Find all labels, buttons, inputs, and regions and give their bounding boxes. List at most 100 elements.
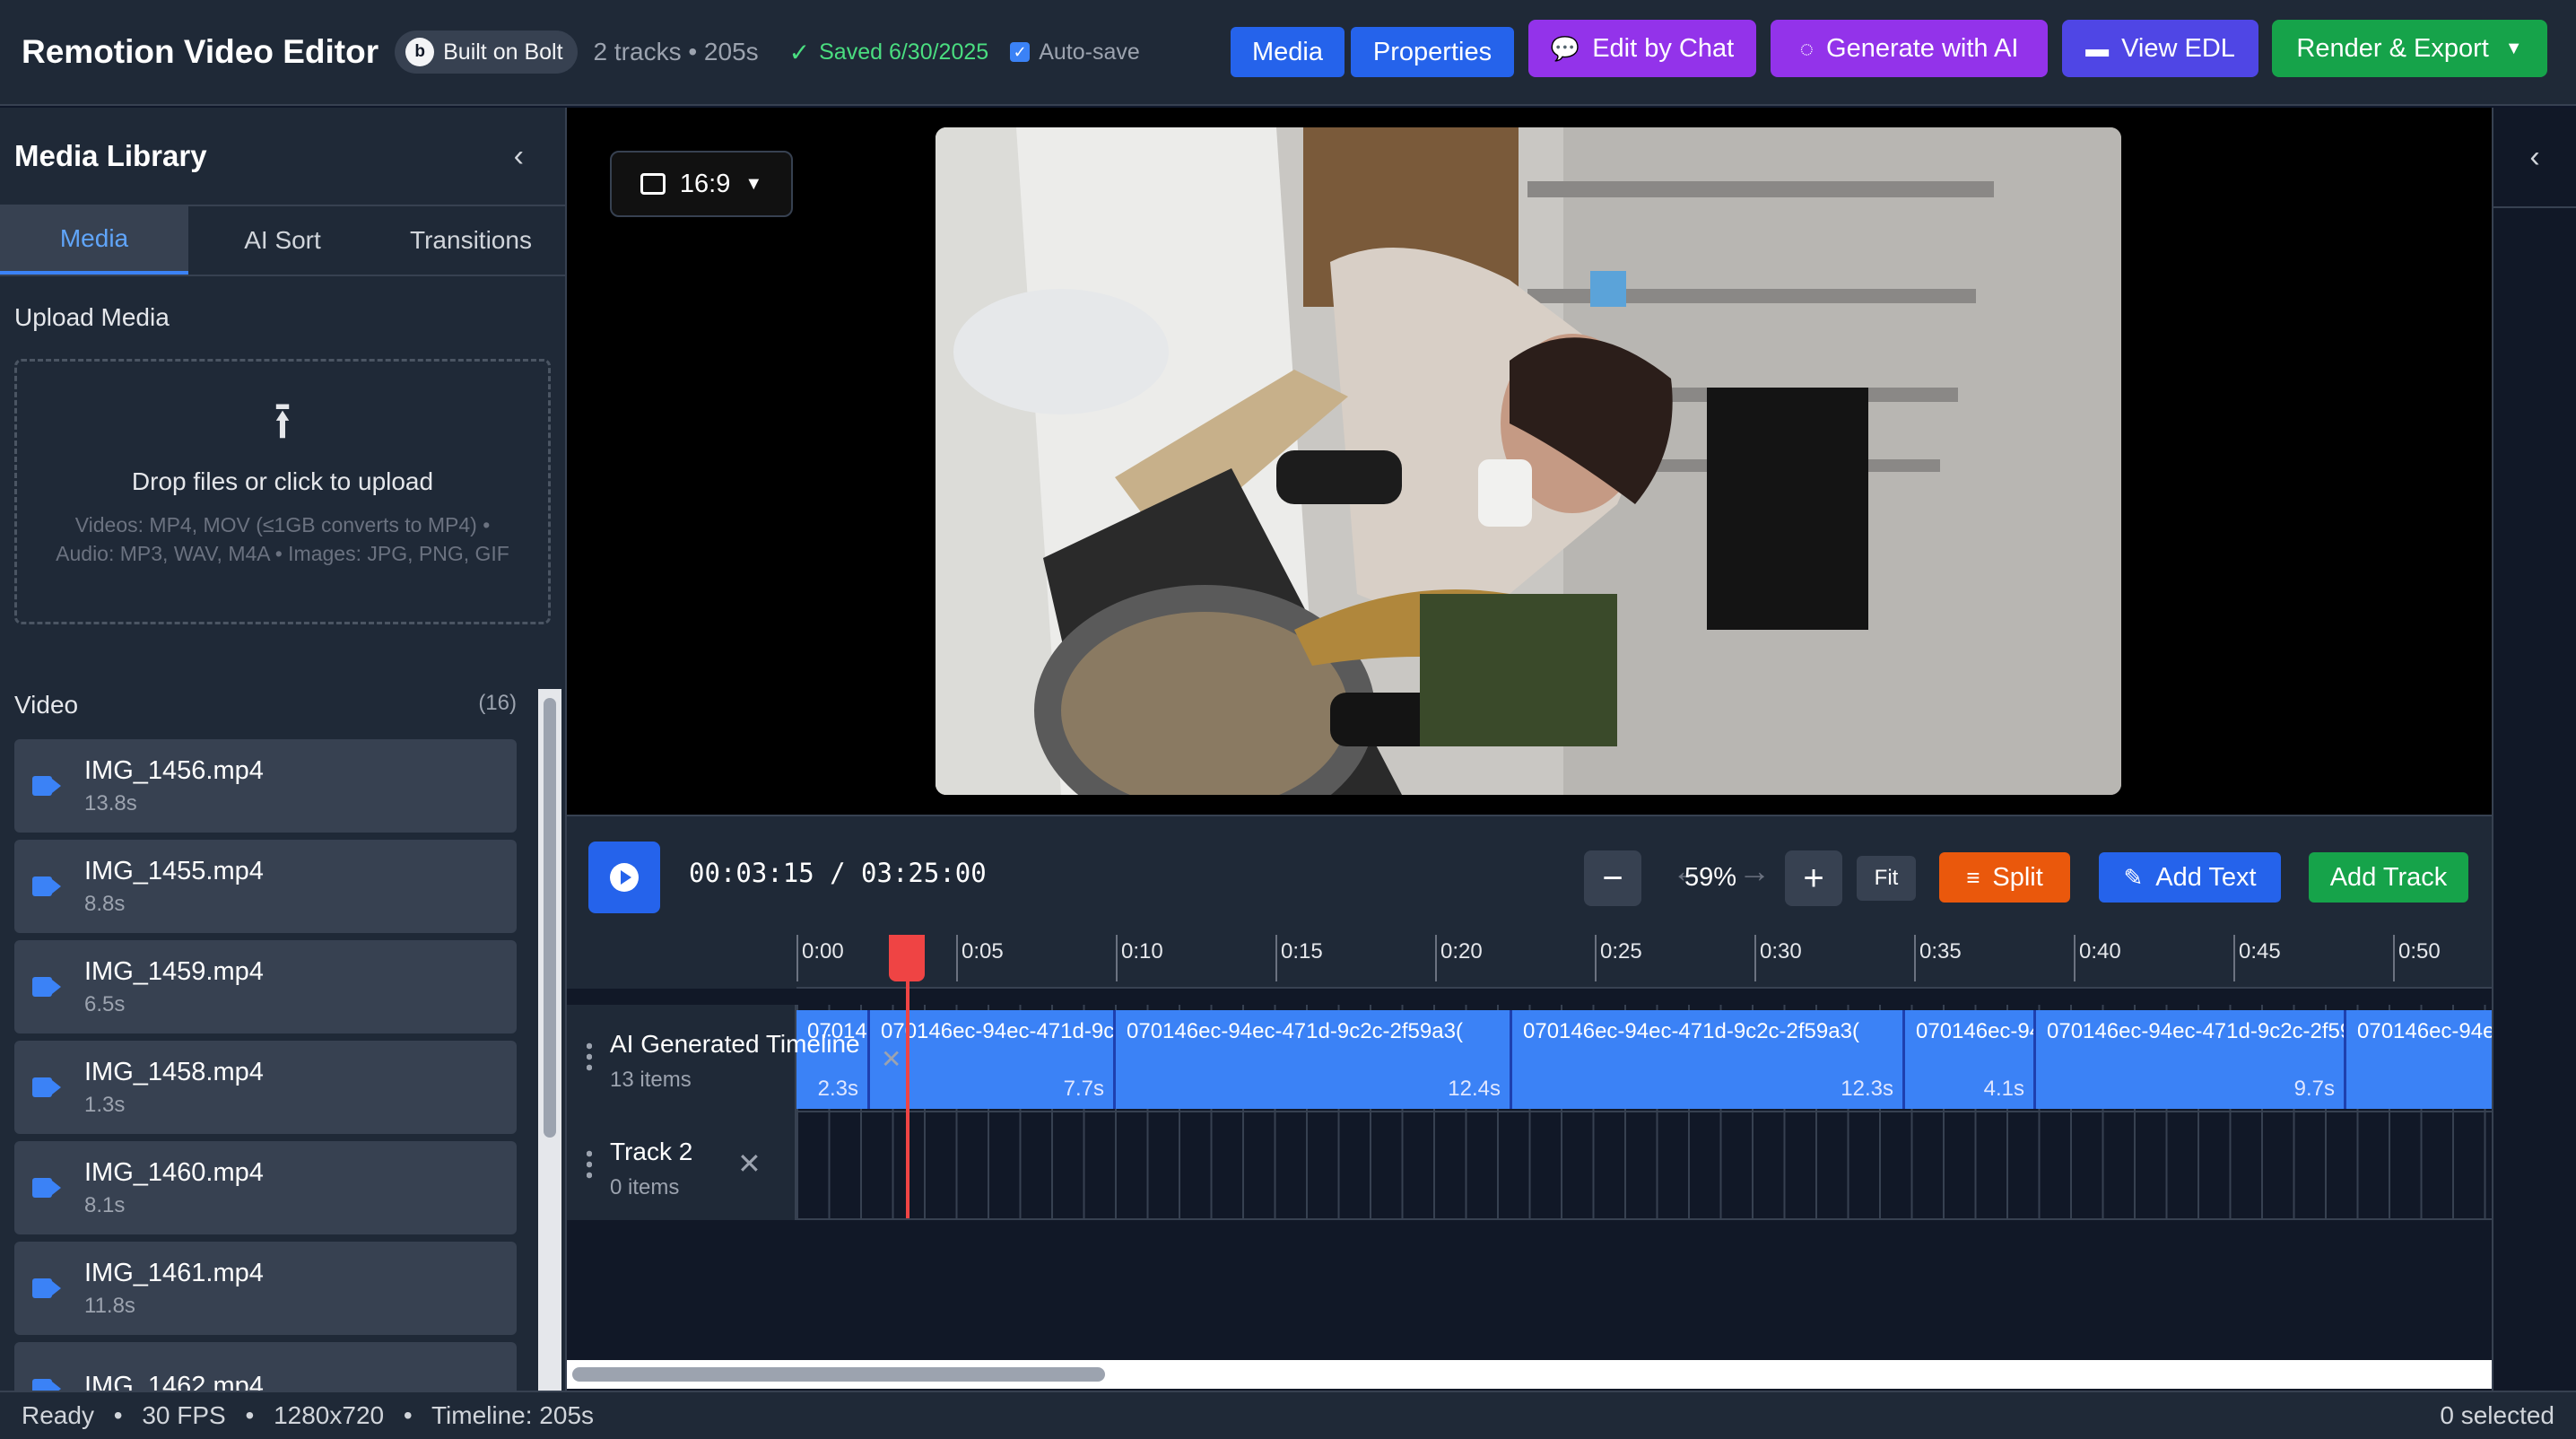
video-duration: 1.3s <box>84 1092 126 1117</box>
list-item[interactable]: IMG_1459.mp4 6.5s <box>14 940 517 1033</box>
bolt-icon: b <box>405 38 435 66</box>
list-item[interactable]: IMG_1462.mp4 <box>14 1342 517 1391</box>
render-export-label: Render & Export <box>2296 33 2489 63</box>
drag-handle-icon[interactable] <box>587 1041 592 1073</box>
sidebar-header: Media Library ‹ <box>0 108 565 206</box>
clip-name: 070146ec-94ec-471d-9c2c-2f59a3 <box>2047 1019 2346 1043</box>
video-name: IMG_1459.mp4 <box>84 956 264 986</box>
timeline-clip[interactable]: 070146ec-94ec-471d-9c2c-2f59a3( 12.3s <box>1512 1010 1905 1109</box>
aspect-ratio-select[interactable]: 16:9 ▼ <box>610 151 793 217</box>
view-edl-button[interactable]: ▬ View EDL <box>2062 20 2258 77</box>
track-lane[interactable] <box>796 1112 2492 1220</box>
drag-handle-icon[interactable] <box>587 1148 592 1181</box>
tab-media[interactable]: Media <box>0 206 188 275</box>
status-separator: • <box>113 1401 123 1429</box>
split-lines-icon: ≡ <box>1966 863 1980 891</box>
status-ready: Ready <box>22 1401 94 1429</box>
split-button[interactable]: ≡ Split <box>1939 852 2070 903</box>
timeline-clip[interactable]: 070146ec-94ec-471d-9c2c-2f59a3 9.7s <box>2036 1010 2346 1109</box>
clip-name: 070146ec-94ec-471d-9c2c-2f59a3 <box>2357 1019 2492 1043</box>
time-ruler[interactable]: 0:00 0:05 0:10 0:15 0:20 0:25 0:30 0:35 … <box>567 935 2492 989</box>
video-count: (16) <box>478 691 517 715</box>
playhead[interactable] <box>906 935 909 1218</box>
generate-with-ai-button[interactable]: ◌ Generate with AI <box>1771 20 2048 77</box>
tab-ai-sort[interactable]: AI Sort <box>188 206 377 275</box>
delete-track-icon[interactable]: ✕ <box>737 1147 761 1181</box>
video-name: IMG_1460.mp4 <box>84 1157 264 1187</box>
remove-clip-icon[interactable]: ✕ <box>881 1044 901 1074</box>
status-resolution: 1280x720 <box>274 1401 385 1429</box>
sidebar-scrollbar-thumb[interactable] <box>544 698 556 1138</box>
list-item[interactable]: IMG_1460.mp4 8.1s <box>14 1141 517 1234</box>
media-button[interactable]: Media <box>1231 27 1345 77</box>
tab-transitions[interactable]: Transitions <box>377 206 565 275</box>
status-bar: Ready • 30 FPS • 1280x720 • Timeline: 20… <box>0 1391 2576 1439</box>
video-preview[interactable] <box>936 127 2121 795</box>
right-panel: ‹ <box>2492 108 2576 1391</box>
play-button[interactable] <box>588 842 660 913</box>
timeline-clip[interactable]: 070146ec-94ec-471d-9c2c-2f59a3 2.3s <box>796 1010 870 1109</box>
view-edl-label: View EDL <box>2121 33 2235 63</box>
ruler-tick: 0:20 <box>1435 935 1483 981</box>
video-name: IMG_1462.mp4 <box>84 1371 264 1391</box>
split-label: Split <box>1992 862 2043 892</box>
pencil-icon: ✎ <box>2123 863 2144 891</box>
ruler-tick: 0:10 <box>1116 935 1163 981</box>
track-header: Track 2 0 items ✕ <box>567 1112 796 1220</box>
autosave-checkbox[interactable]: ✓ <box>1010 42 1031 62</box>
aspect-ratio-value: 16:9 <box>679 169 731 198</box>
clip-name: 070146ec-94ec-471d-9c2c-2f59a3 <box>1916 1019 2033 1043</box>
sidebar-title: Media Library <box>14 139 207 172</box>
upload-dropzone[interactable]: ⭱ Drop files or click to upload Videos: … <box>14 359 551 624</box>
list-item[interactable]: IMG_1458.mp4 1.3s <box>14 1041 517 1134</box>
timeline-clip[interactable]: 070146ec-94ec-471d-9c2c-2f59a3 4.1s <box>1905 1010 2036 1109</box>
dropzone-prompt: Drop files or click to upload <box>131 467 434 495</box>
redo-arrow-icon[interactable]: → <box>1738 852 1771 890</box>
list-item[interactable]: IMG_1456.mp4 13.8s <box>14 739 517 833</box>
sidebar-tabs: Media AI Sort Transitions <box>0 206 565 276</box>
video-camera-icon <box>32 776 63 796</box>
monitor-icon: ▬ <box>2085 34 2110 62</box>
badge-label: Built on Bolt <box>443 39 563 65</box>
timeline-clip[interactable]: 070146ec-94ec-471d-9c2c-2f59a3 <box>2346 1010 2492 1109</box>
built-on-bolt-badge[interactable]: b Built on Bolt <box>395 31 578 74</box>
video-camera-icon <box>32 1379 63 1391</box>
edit-by-chat-label: Edit by Chat <box>1592 33 1735 63</box>
timeline-clip[interactable]: 070146ec-94ec-471d-9c2c-2f59a3( 12.4s <box>1116 1010 1512 1109</box>
autosave-toggle[interactable]: ✓ Auto-save <box>1010 39 1140 65</box>
track-lane[interactable]: 070146ec-94ec-471d-9c2c-2f59a3 2.3s 0701… <box>796 1005 2492 1112</box>
add-track-button[interactable]: Add Track <box>2309 852 2468 903</box>
clip-name: 070146ec-94ec-471d-9c2c-2f59a3 <box>881 1019 1115 1043</box>
video-camera-icon <box>32 1077 63 1097</box>
video-list: IMG_1456.mp4 13.8s IMG_1455.mp4 8.8s IMG_1… <box>14 739 517 1391</box>
status-info: Ready • 30 FPS • 1280x720 • Timeline: 20… <box>22 1401 594 1430</box>
fit-button[interactable]: Fit <box>1857 856 1916 901</box>
video-section-label: Video <box>14 691 79 719</box>
save-status: ✓ Saved 6/30/2025 <box>789 38 989 67</box>
zoom-in-button[interactable]: + <box>1785 850 1842 906</box>
properties-button[interactable]: Properties <box>1351 27 1514 77</box>
track-item-count: 0 items <box>610 1175 680 1199</box>
video-section-header: Video (16) <box>14 691 517 720</box>
track-name: AI Generated Timeline <box>610 1030 860 1058</box>
track-item-count: 13 items <box>610 1068 692 1092</box>
add-text-label: Add Text <box>2155 862 2257 892</box>
list-item[interactable]: IMG_1455.mp4 8.8s <box>14 840 517 933</box>
video-duration: 8.8s <box>84 891 126 916</box>
collapse-sidebar-icon[interactable]: ‹ <box>514 139 524 174</box>
add-text-button[interactable]: ✎ Add Text <box>2099 852 2281 903</box>
timeline-scrollbar-thumb[interactable] <box>572 1367 1105 1382</box>
ruler-tick: 0:50 <box>2393 935 2441 981</box>
clip-duration: 9.7s <box>2293 1077 2335 1101</box>
zoom-out-button[interactable]: − <box>1584 850 1641 906</box>
chevron-down-icon: ▼ <box>744 173 763 194</box>
list-item[interactable]: IMG_1461.mp4 11.8s <box>14 1242 517 1335</box>
timecode: 00:03:15 / 03:25:00 <box>689 858 987 888</box>
edit-by-chat-button[interactable]: 💬 Edit by Chat <box>1528 20 1756 77</box>
track-name: Track 2 <box>610 1138 693 1165</box>
render-export-button[interactable]: Render & Export ▼ <box>2272 20 2547 77</box>
track-2: Track 2 0 items ✕ <box>567 1112 2492 1220</box>
track-header: AI Generated Timeline 13 items <box>567 1005 860 1112</box>
expand-panel-icon[interactable]: ‹ <box>2493 108 2576 208</box>
status-separator: • <box>245 1401 255 1429</box>
